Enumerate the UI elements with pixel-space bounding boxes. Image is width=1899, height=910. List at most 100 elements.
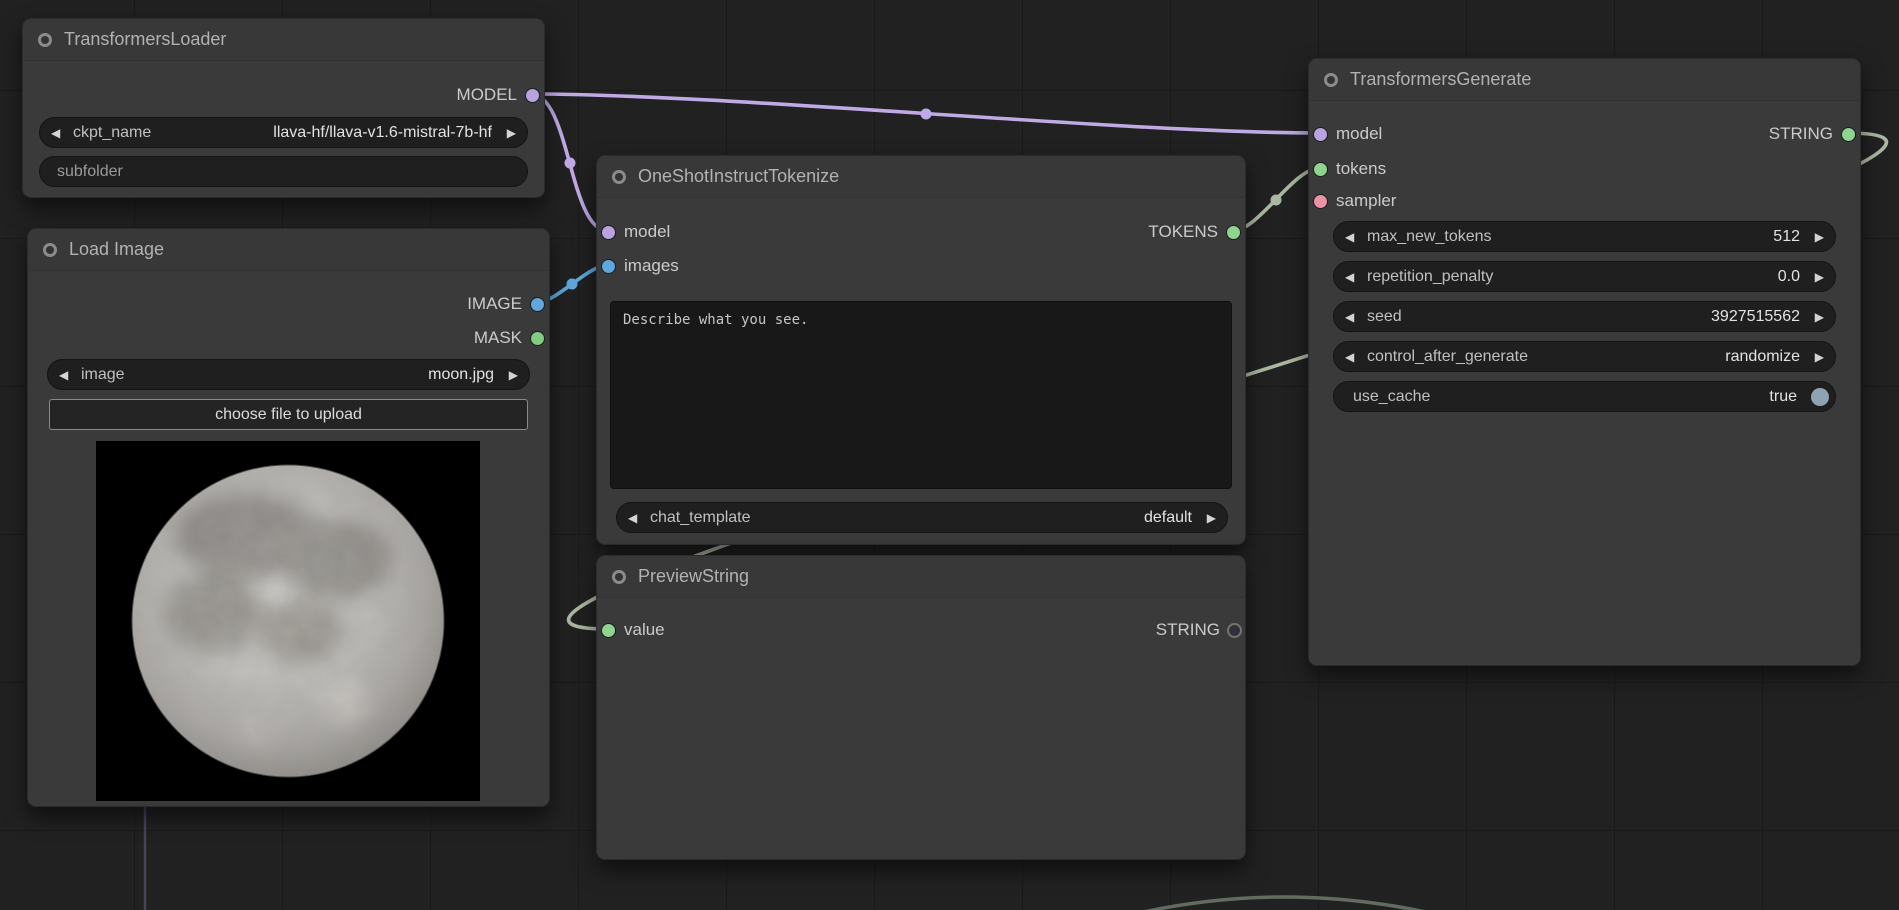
input-label-tokens: tokens — [1336, 159, 1386, 179]
node-transformers-loader[interactable]: TransformersLoader MODEL ◀ ckpt_name lla… — [22, 18, 545, 198]
prev-value-arrow-icon[interactable]: ◀ — [1345, 270, 1361, 284]
widget-value-seed: 3927515562 — [1711, 308, 1800, 326]
prompt-textarea[interactable]: Describe what you see. — [610, 301, 1232, 489]
toggle-knob[interactable] — [1811, 388, 1829, 406]
output-slot-tokens: TOKENS — [1148, 217, 1240, 247]
collapse-dot-icon[interactable] — [1324, 73, 1338, 87]
input-slot-sampler: sampler — [1314, 186, 1396, 216]
image-preview — [96, 441, 480, 801]
wire-dot-model-generate — [921, 109, 932, 120]
widget-repetition-penalty[interactable]: ◀ repetition_penalty 0.0 ▶ — [1333, 261, 1836, 292]
node-transformers-generate[interactable]: TransformersGenerate model STRING tokens… — [1308, 58, 1861, 666]
widget-seed[interactable]: ◀ seed 3927515562 ▶ — [1333, 301, 1836, 332]
output-slot-image: IMAGE — [467, 289, 544, 319]
widget-ckpt-name[interactable]: ◀ ckpt_name llava-hf/llava-v1.6-mistral-… — [39, 117, 528, 148]
prev-value-arrow-icon[interactable]: ◀ — [1345, 230, 1361, 244]
input-slot-images: images — [602, 251, 679, 281]
widget-use-cache[interactable]: use_cache true — [1333, 381, 1836, 412]
input-port-value[interactable] — [602, 624, 615, 637]
prev-value-arrow-icon[interactable]: ◀ — [51, 126, 67, 140]
output-label-model: MODEL — [457, 85, 517, 105]
input-port-model[interactable] — [602, 226, 615, 239]
wire-dot-image — [567, 279, 578, 290]
output-slot-model: MODEL — [457, 80, 539, 110]
widget-subfolder[interactable]: subfolder — [39, 156, 528, 187]
widget-value-max-new-tokens: 512 — [1773, 228, 1800, 246]
widget-value-chat-template: default — [1144, 509, 1192, 527]
input-label-sampler: sampler — [1336, 191, 1396, 211]
output-label-image: IMAGE — [467, 294, 522, 314]
widget-chat-template[interactable]: ◀ chat_template default ▶ — [616, 502, 1228, 533]
wire-dot-tokens — [1271, 195, 1282, 206]
collapse-dot-icon[interactable] — [38, 33, 52, 47]
next-value-arrow-icon[interactable]: ▶ — [1808, 350, 1824, 364]
node-title: TransformersGenerate — [1350, 69, 1531, 90]
output-label-tokens: TOKENS — [1148, 222, 1218, 242]
prev-value-arrow-icon[interactable]: ◀ — [59, 368, 75, 382]
widget-name-use-cache: use_cache — [1353, 388, 1430, 406]
widget-value-image: moon.jpg — [428, 366, 494, 384]
input-port-model[interactable] — [1314, 128, 1327, 141]
input-port-sampler[interactable] — [1314, 195, 1327, 208]
node-title: TransformersLoader — [64, 29, 226, 50]
node-title-bar[interactable]: TransformersLoader — [23, 19, 544, 61]
output-port-image[interactable] — [531, 298, 544, 311]
input-label-model: model — [1336, 124, 1382, 144]
wire-model-to-generate — [531, 94, 1320, 133]
collapse-dot-icon[interactable] — [612, 570, 626, 584]
node-title-bar[interactable]: Load Image — [28, 229, 549, 271]
output-port-string[interactable] — [1229, 625, 1240, 636]
widget-value-control-after-generate: randomize — [1725, 348, 1800, 366]
prev-value-arrow-icon[interactable]: ◀ — [1345, 310, 1361, 324]
next-value-arrow-icon[interactable]: ▶ — [1808, 270, 1824, 284]
output-label-string: STRING — [1156, 620, 1220, 640]
input-port-tokens[interactable] — [1314, 163, 1327, 176]
next-value-arrow-icon[interactable]: ▶ — [502, 368, 518, 382]
node-title: OneShotInstructTokenize — [638, 166, 839, 187]
output-port-model[interactable] — [526, 89, 539, 102]
node-title: PreviewString — [638, 566, 749, 587]
node-preview-string[interactable]: PreviewString value STRING — [596, 555, 1246, 860]
output-port-mask[interactable] — [531, 332, 544, 345]
widget-value-repetition-penalty: 0.0 — [1778, 268, 1800, 286]
input-slot-model: model — [1314, 119, 1382, 149]
widget-name-control-after-generate: control_after_generate — [1367, 348, 1528, 366]
prev-value-arrow-icon[interactable]: ◀ — [1345, 350, 1361, 364]
widget-name-max-new-tokens: max_new_tokens — [1367, 228, 1492, 246]
wire-dot-model-tokenize — [565, 158, 576, 169]
output-port-tokens[interactable] — [1227, 226, 1240, 239]
output-port-string[interactable] — [1842, 128, 1855, 141]
node-one-shot-instruct-tokenize[interactable]: OneShotInstructTokenize model images TOK… — [596, 155, 1246, 545]
choose-file-button[interactable]: choose file to upload — [49, 399, 528, 430]
widget-name-seed: seed — [1367, 308, 1402, 326]
widget-control-after-generate[interactable]: ◀ control_after_generate randomize ▶ — [1333, 341, 1836, 372]
widget-name-subfolder: subfolder — [57, 163, 123, 181]
node-load-image[interactable]: Load Image IMAGE MASK ◀ image moon.jpg ▶… — [27, 228, 550, 807]
input-label-value: value — [624, 620, 665, 640]
collapse-dot-icon[interactable] — [612, 170, 626, 184]
widget-name-ckpt-name: ckpt_name — [73, 124, 151, 142]
prev-value-arrow-icon[interactable]: ◀ — [628, 511, 644, 525]
output-slot-string: STRING — [1156, 615, 1240, 645]
next-value-arrow-icon[interactable]: ▶ — [500, 126, 516, 140]
node-canvas[interactable]: TransformersLoader MODEL ◀ ckpt_name lla… — [0, 0, 1899, 910]
next-value-arrow-icon[interactable]: ▶ — [1808, 310, 1824, 324]
node-title-bar[interactable]: TransformersGenerate — [1309, 59, 1860, 101]
collapse-dot-icon[interactable] — [43, 243, 57, 257]
widget-name-image: image — [81, 366, 125, 384]
node-title-bar[interactable]: OneShotInstructTokenize — [597, 156, 1245, 198]
input-slot-model: model — [602, 217, 670, 247]
node-title-bar[interactable]: PreviewString — [597, 556, 1245, 598]
widget-value-ckpt-name: llava-hf/llava-v1.6-mistral-7b-hf — [273, 124, 492, 142]
input-slot-tokens: tokens — [1314, 154, 1386, 184]
next-value-arrow-icon[interactable]: ▶ — [1808, 230, 1824, 244]
output-slot-string: STRING — [1769, 119, 1855, 149]
input-label-model: model — [624, 222, 670, 242]
output-label-mask: MASK — [474, 328, 522, 348]
widget-name-repetition-penalty: repetition_penalty — [1367, 268, 1493, 286]
widget-max-new-tokens[interactable]: ◀ max_new_tokens 512 ▶ — [1333, 221, 1836, 252]
input-port-images[interactable] — [602, 260, 615, 273]
widget-image[interactable]: ◀ image moon.jpg ▶ — [47, 359, 530, 390]
choose-file-label: choose file to upload — [215, 406, 362, 424]
next-value-arrow-icon[interactable]: ▶ — [1200, 511, 1216, 525]
